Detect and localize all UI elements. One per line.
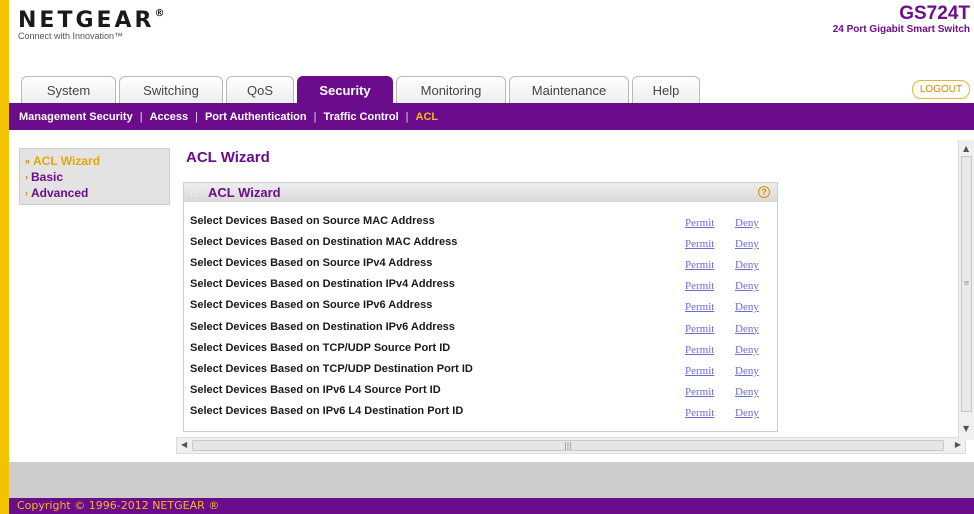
tab-help[interactable]: Help: [632, 76, 700, 103]
permit-link[interactable]: Permit: [685, 407, 714, 419]
wizard-row: Select Devices Based on Destination IPv6…: [184, 318, 777, 339]
permit-link[interactable]: Permit: [685, 259, 714, 271]
wizard-row-label: Select Devices Based on Destination IPv4…: [190, 278, 455, 291]
logo-wordmark: NETGEAR: [18, 8, 155, 33]
product-description: 24 Port Gigabit Smart Switch: [832, 24, 970, 35]
vertical-scroll-thumb[interactable]: ≡: [961, 156, 972, 412]
subnav-item-port-authentication[interactable]: Port Authentication: [205, 111, 307, 123]
wizard-row-label: Select Devices Based on TCP/UDP Destinat…: [190, 362, 473, 375]
left-menu-label: Basic: [31, 170, 64, 184]
menu-arrow-icon: ›: [25, 172, 28, 182]
vertical-scrollbar[interactable]: ▲ ≡ ▼: [958, 140, 974, 440]
wizard-row-label: Select Devices Based on IPv6 L4 Destinat…: [190, 404, 464, 417]
tab-switching[interactable]: Switching: [119, 76, 223, 103]
subnav-separator: |: [195, 110, 198, 123]
left-menu-label: ACL Wizard: [33, 154, 101, 168]
main-tabs: System Switching QoS Security Monitoring Main…: [21, 76, 703, 103]
permit-link[interactable]: Permit: [685, 301, 714, 313]
permit-link[interactable]: Permit: [685, 280, 714, 292]
permit-link[interactable]: Permit: [685, 365, 714, 377]
deny-link[interactable]: Deny: [735, 301, 759, 313]
menu-arrow-icon: ›: [25, 188, 28, 198]
wizard-row-label: Select Devices Based on TCP/UDP Source P…: [190, 341, 451, 354]
scroll-down-arrow-icon[interactable]: ▼: [963, 424, 969, 433]
permit-link[interactable]: Permit: [685, 323, 714, 335]
sub-navigation: Management Security | Access | Port Authenti…: [9, 103, 974, 130]
left-menu-item-basic[interactable]: › Basic: [20, 169, 169, 185]
product-model: GS724T: [899, 3, 970, 24]
tab-maintenance[interactable]: Maintenance: [509, 76, 629, 103]
subnav-separator: |: [139, 110, 143, 123]
drag-grip-icon: [190, 188, 198, 197]
menu-arrow-icon: »: [25, 156, 31, 166]
wizard-row-label: Select Devices Based on Destination IPv6…: [190, 320, 455, 333]
tab-monitoring[interactable]: Monitoring: [396, 76, 506, 103]
scroll-up-arrow-icon[interactable]: ▲: [963, 144, 969, 153]
deny-link[interactable]: Deny: [735, 280, 759, 292]
panel-header: ACL Wizard ?: [184, 183, 777, 202]
deny-link[interactable]: Deny: [735, 259, 759, 271]
logout-button[interactable]: LOGOUT: [912, 80, 970, 99]
deny-link[interactable]: Deny: [735, 238, 759, 250]
deny-link[interactable]: Deny: [735, 344, 759, 356]
deny-link[interactable]: Deny: [735, 386, 759, 398]
scroll-right-arrow-icon[interactable]: ▶: [955, 440, 961, 449]
help-icon[interactable]: ?: [758, 186, 770, 198]
tab-security[interactable]: Security: [297, 76, 393, 103]
subnav-item-management-security[interactable]: Management Security: [19, 111, 133, 123]
permit-link[interactable]: Permit: [685, 217, 714, 229]
left-menu-label: Advanced: [31, 186, 89, 200]
subnav-item-traffic-control[interactable]: Traffic Control: [323, 111, 398, 123]
subnav-item-acl[interactable]: ACL: [416, 111, 439, 123]
wizard-row-label: Select Devices Based on Source IPv6 Addr…: [190, 299, 433, 312]
footer-bar: [9, 462, 974, 498]
subnav-separator: |: [313, 110, 317, 123]
acl-wizard-panel: ACL Wizard ? Select Devices Based on Sou…: [183, 182, 778, 432]
deny-link[interactable]: Deny: [735, 323, 759, 335]
subnav-item-access[interactable]: Access: [150, 111, 189, 123]
left-menu-item-advanced[interactable]: › Advanced: [20, 185, 169, 201]
wizard-row-label: Select Devices Based on IPv6 L4 Source P…: [190, 383, 441, 396]
page-title: ACL Wizard: [186, 149, 270, 166]
tab-qos[interactable]: QoS: [226, 76, 294, 103]
wizard-row: Select Devices Based on IPv6 L4 Source P…: [184, 381, 777, 402]
panel-title: ACL Wizard: [208, 185, 281, 200]
deny-link[interactable]: Deny: [735, 407, 759, 419]
wizard-row: Select Devices Based on TCP/UDP Destinat…: [184, 360, 777, 381]
horizontal-scrollbar[interactable]: ◀ ||| ▶: [176, 437, 966, 454]
wizard-row: Select Devices Based on TCP/UDP Source P…: [184, 339, 777, 360]
subnav-separator: |: [405, 110, 409, 123]
logo-registered: ®: [154, 8, 168, 19]
tab-system[interactable]: System: [21, 76, 116, 103]
wizard-row-label: Select Devices Based on Source IPv4 Addr…: [190, 257, 433, 270]
wizard-row: Select Devices Based on IPv6 L4 Destinat…: [184, 402, 777, 423]
wizard-row: Select Devices Based on Source MAC Addre…: [184, 212, 777, 233]
deny-link[interactable]: Deny: [735, 365, 759, 377]
wizard-row: Select Devices Based on Destination MAC …: [184, 233, 777, 254]
left-menu: » ACL Wizard › Basic › Advanced: [19, 148, 170, 205]
wizard-row: Select Devices Based on Destination IPv4…: [184, 275, 777, 296]
product-info: GS724T 24 Port Gigabit Smart Switch: [832, 3, 970, 36]
permit-link[interactable]: Permit: [685, 344, 714, 356]
left-menu-item-acl-wizard[interactable]: » ACL Wizard: [20, 153, 169, 169]
wizard-row-label: Select Devices Based on Source MAC Addre…: [190, 215, 435, 227]
netgear-logo: NETGEAR® Connect with Innovation™: [18, 8, 168, 41]
wizard-row-label: Select Devices Based on Destination MAC …: [190, 236, 458, 249]
wizard-row: Select Devices Based on Source IPv4 Addr…: [184, 254, 777, 275]
deny-link[interactable]: Deny: [735, 217, 759, 229]
horizontal-scroll-thumb[interactable]: |||: [192, 440, 944, 451]
wizard-row: Select Devices Based on Source IPv6 Addr…: [184, 296, 777, 317]
scroll-left-arrow-icon[interactable]: ◀: [181, 440, 187, 449]
copyright: Copyright © 1996-2012 NETGEAR ®: [9, 498, 974, 514]
permit-link[interactable]: Permit: [685, 386, 714, 398]
permit-link[interactable]: Permit: [685, 238, 714, 250]
